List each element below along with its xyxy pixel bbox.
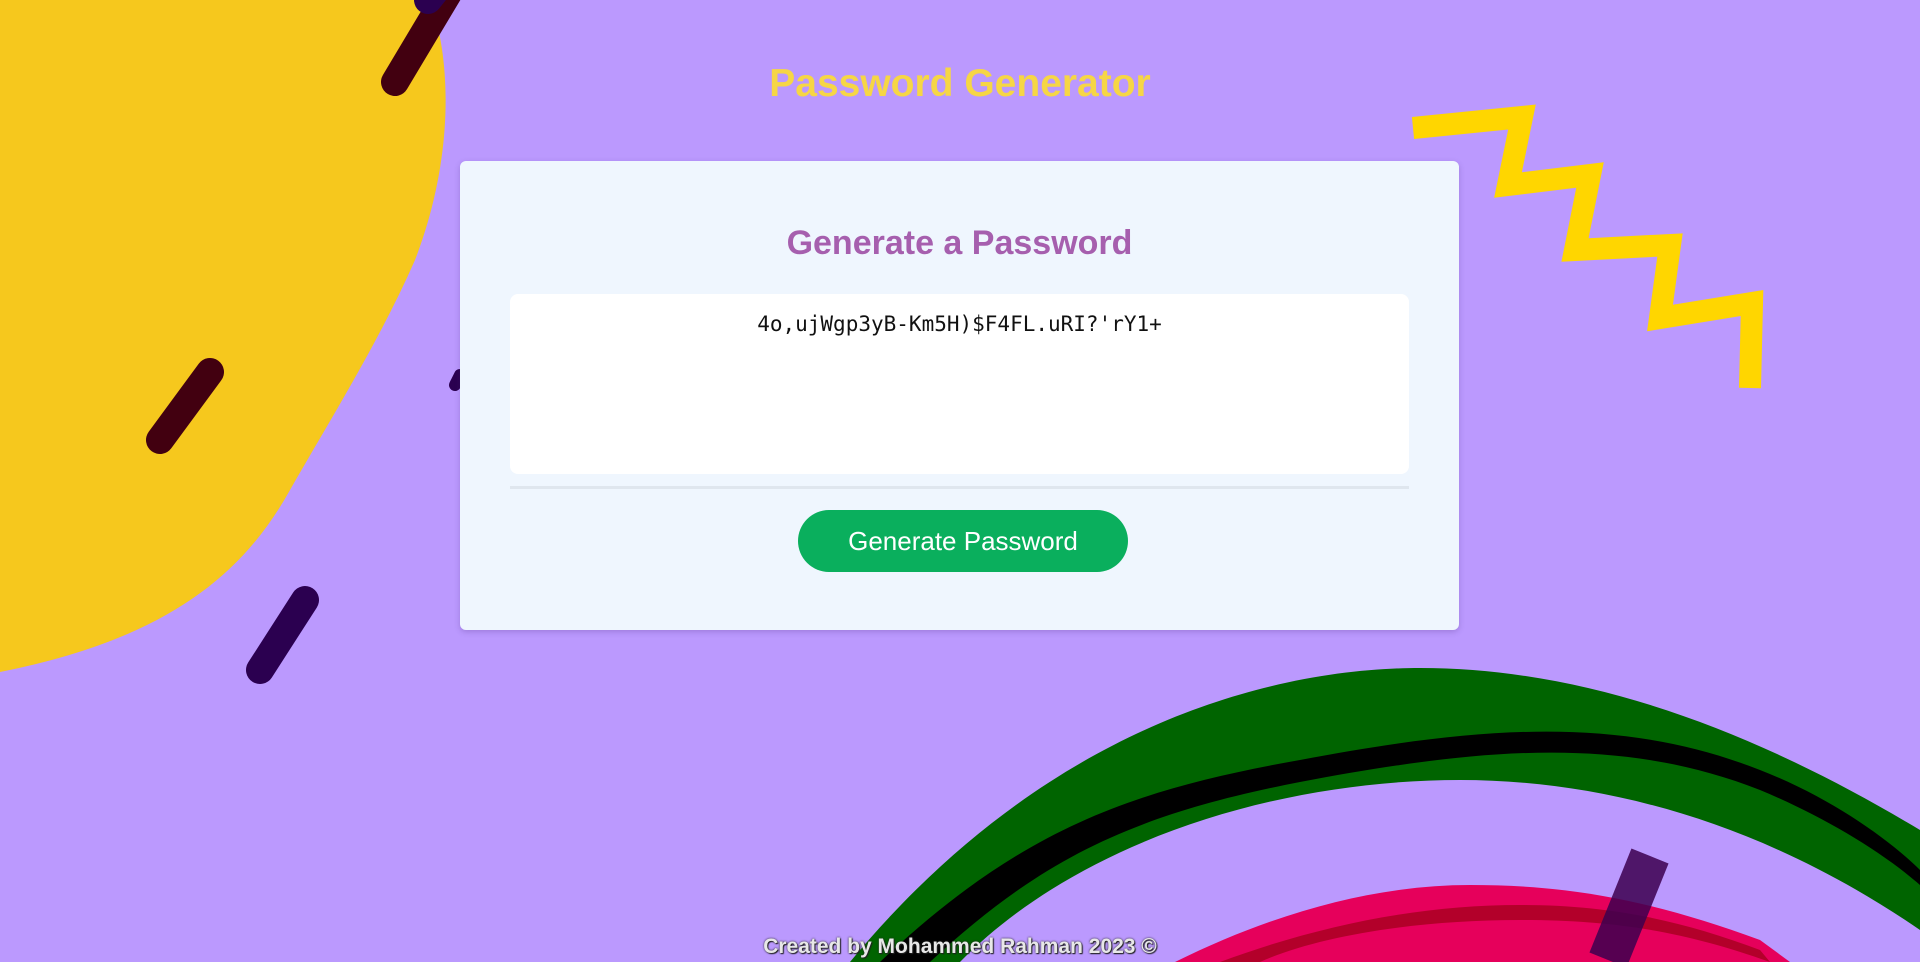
- generate-password-button[interactable]: Generate Password: [798, 510, 1128, 572]
- card-title: Generate a Password: [786, 224, 1133, 262]
- app-title: Password Generator: [769, 62, 1151, 105]
- generator-card: Generate a Password 4o,ujWgp3yB-Km5H)$F4…: [460, 161, 1459, 630]
- yellow-zigzag: [1411, 104, 1764, 389]
- footer-credit: Created by Mohammed Rahman 2023 ©: [763, 935, 1157, 958]
- divider: [510, 486, 1409, 489]
- dark-dash: [246, 586, 319, 684]
- password-output[interactable]: 4o,ujWgp3yB-Km5H)$F4FL.uRI?'rY1+: [510, 294, 1409, 474]
